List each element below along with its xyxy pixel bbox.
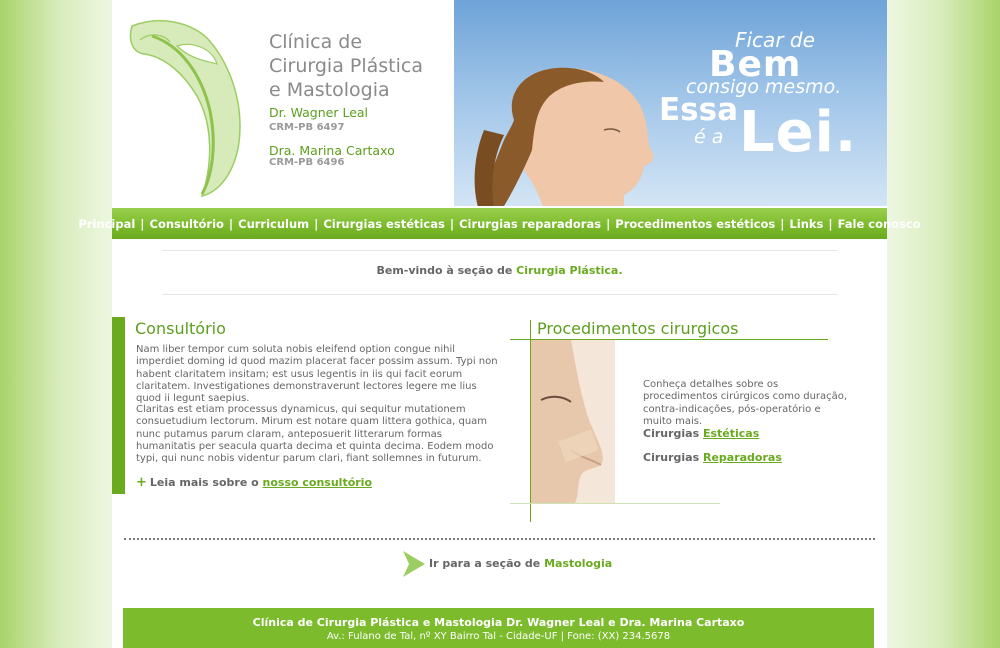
esteticas-link[interactable]: Estéticas (703, 427, 759, 440)
nav-separator: | (140, 216, 145, 231)
doctor2-name: Dra. Marina Cartaxo (269, 143, 395, 158)
mastologia-prefix: Ir para a seção de (429, 557, 545, 570)
reparadoras-prefix: Cirurgias (643, 451, 703, 464)
consultorio-accent-bar (112, 317, 125, 494)
clinic-title-line: e Mastologia (269, 79, 390, 101)
nav-item-links[interactable]: Links (789, 217, 823, 231)
consultorio-paragraph-2: Claritas est etiam processus dynamicus, … (136, 404, 494, 465)
footer: Clínica de Cirurgia Plástica e Mastologi… (123, 608, 874, 648)
nav-item-procedimentos-esteticos[interactable]: Procedimentos estéticos (615, 217, 775, 231)
clinic-title-line: Clínica de (269, 31, 363, 53)
nav-item-principal[interactable]: Principal (78, 217, 135, 231)
nose-profile-image (531, 340, 615, 503)
consultorio-link[interactable]: nosso consultório (263, 476, 373, 489)
welcome-text: Bem-vindo à seção de Cirurgia Plástica. (162, 264, 837, 277)
main-nav: Principal | Consultório | Curriculum | C… (78, 208, 921, 239)
procedimentos-description: Conheça detalhes sobre os procedimentos … (643, 379, 848, 427)
procedimentos-divider-bottom (510, 503, 720, 504)
tagline-ea: é a (694, 126, 724, 148)
header: Clínica de Cirurgia Plástica e Mastologi… (112, 0, 887, 207)
procedimentos-esteticas: Cirurgias Estéticas (643, 427, 759, 440)
nav-item-cirurgias-reparadoras[interactable]: Cirurgias reparadoras (459, 217, 601, 231)
dotted-separator (124, 538, 875, 540)
welcome-prefix: Bem-vindo à seção de (376, 264, 517, 277)
clinic-title-line: Cirurgia Plástica (269, 55, 423, 77)
consultorio-title: Consultório (135, 319, 226, 338)
nav-separator: | (449, 216, 455, 231)
tagline-lei: Lei. (739, 100, 858, 165)
figure-swoosh-logo (129, 19, 241, 198)
woman-profile-image (474, 67, 654, 206)
reparadoras-link[interactable]: Reparadoras (703, 451, 782, 464)
nav-separator: | (228, 216, 234, 231)
tagline-essa: Essa (659, 92, 738, 128)
procedimentos-title: Procedimentos cirurgicos (537, 319, 739, 338)
consultorio-read-more: + Leia mais sobre o nosso consultório (136, 475, 372, 490)
mastologia-link-wrap: Ir para a seção de Mastologia (429, 557, 612, 570)
esteticas-prefix: Cirurgias (643, 427, 703, 440)
footer-address: Av.: Fulano de Tal, nº XY Bairro Tal - C… (326, 631, 671, 642)
welcome-banner: Bem-vindo à seção de Cirurgia Plástica. (162, 250, 837, 295)
consultorio-paragraph-1: Nam liber tempor cum soluta nobis eleife… (136, 344, 498, 405)
nav-separator: | (606, 216, 611, 231)
plus-icon: + (136, 475, 147, 490)
doctor1-name: Dr. Wagner Leal (269, 105, 369, 120)
nav-item-curriculum[interactable]: Curriculum (238, 217, 309, 231)
header-banner: Ficar de Bem consigo mesmo. Essa é a Lei… (454, 0, 887, 206)
clinic-title: Clínica de Cirurgia Plástica e Mastologi… (269, 30, 454, 102)
welcome-highlight: Cirurgia Plástica. (516, 264, 623, 277)
nav-item-consultorio[interactable]: Consultório (150, 217, 224, 231)
nav-separator: | (828, 216, 833, 231)
procedimentos-reparadoras: Cirurgias Reparadoras (643, 451, 782, 464)
page: Clínica de Cirurgia Plástica e Mastologi… (78, 0, 921, 648)
nav-item-fale-conosco[interactable]: Fale conosco (838, 217, 921, 231)
nav-separator: | (780, 216, 785, 231)
footer-clinic-name: Clínica de Cirurgia Plástica e Mastologi… (252, 616, 745, 629)
nav-separator: | (314, 216, 319, 231)
doctor2-crm: CRM-PB 6496 (269, 157, 345, 168)
nav-item-cirurgias-esteticas[interactable]: Cirurgias estéticas (323, 217, 445, 231)
read-more-prefix: Leia mais sobre o (149, 476, 263, 489)
doctor1-crm: CRM-PB 6497 (269, 122, 345, 133)
triangle-arrow-right-icon (403, 551, 425, 577)
mastologia-link[interactable]: Mastologia (544, 557, 612, 570)
